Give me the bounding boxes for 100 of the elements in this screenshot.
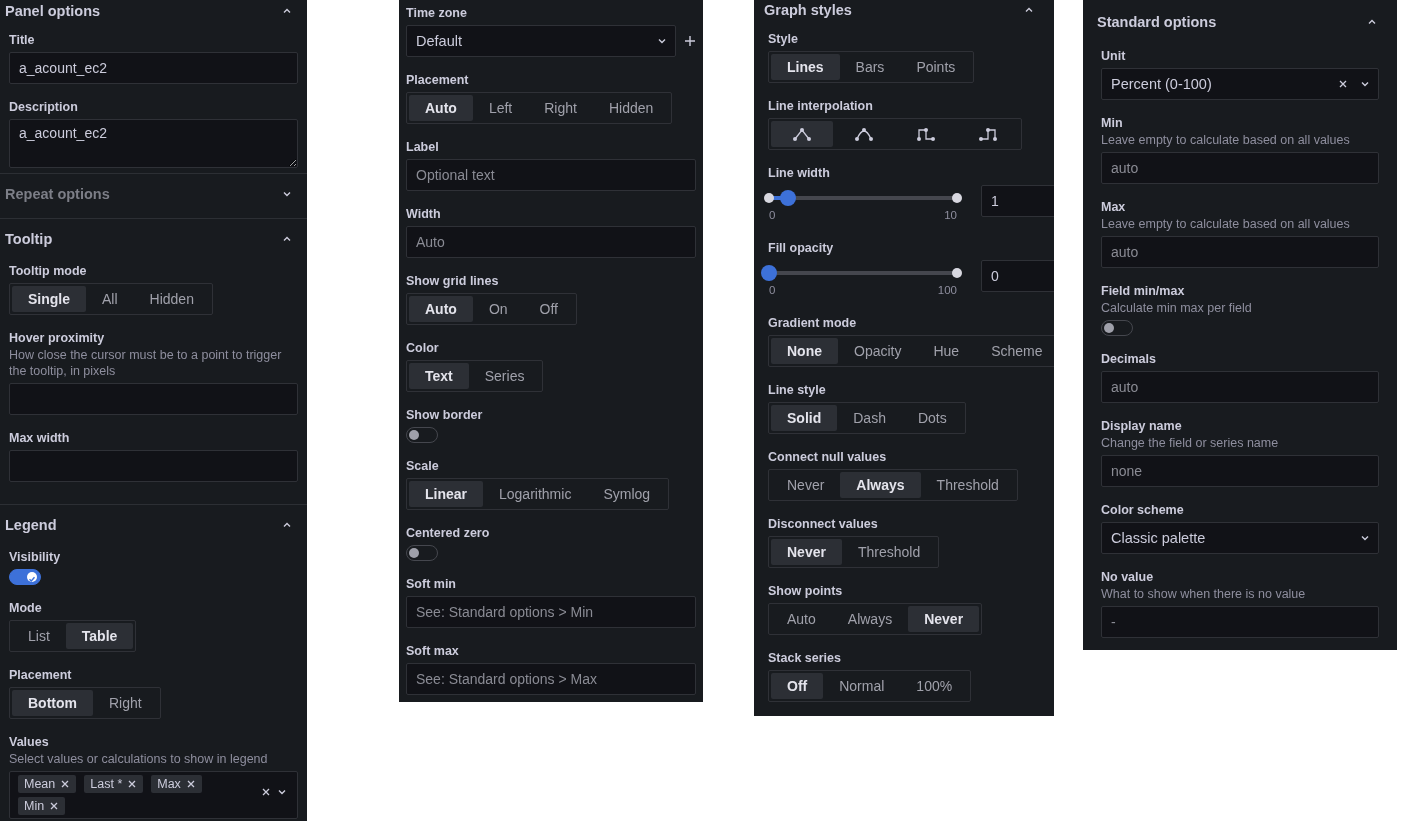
slider-thumb[interactable]: [779, 190, 796, 206]
curved-line-icon: [854, 126, 874, 142]
option-button[interactable]: List: [12, 623, 66, 649]
option-button[interactable]: Dash: [837, 405, 902, 431]
chevron-down-icon: [1360, 533, 1370, 543]
option-button[interactable]: All: [86, 286, 134, 312]
value-tag[interactable]: Min: [18, 797, 66, 815]
option-button[interactable]: Normal: [823, 673, 901, 699]
text-input-field[interactable]: [9, 383, 298, 415]
option-button[interactable]: Series: [468, 363, 541, 389]
text-input-field[interactable]: Auto: [406, 226, 696, 258]
field-label: Show grid lines: [406, 273, 499, 289]
text-input-field[interactable]: See: Standard options > Min: [406, 596, 696, 628]
option-button[interactable]: Scheme: [975, 338, 1054, 364]
section-title[interactable]: Standard options: [1097, 14, 1217, 30]
multi-select-field[interactable]: Mean Last * Max Min: [9, 771, 298, 819]
text-input-field[interactable]: a_acount_ec2: [9, 52, 298, 84]
option-button[interactable]: Logarithmic: [483, 481, 588, 507]
add-button[interactable]: [684, 35, 696, 47]
select-field[interactable]: Percent (0-100): [1101, 68, 1379, 100]
field-label: Max: [1101, 199, 1126, 215]
text-input-field[interactable]: -: [1101, 606, 1379, 638]
option-button[interactable]: Left: [472, 95, 529, 121]
option-button[interactable]: Linear: [409, 481, 483, 507]
number-input-field[interactable]: 0: [981, 260, 1054, 292]
option-button[interactable]: Always: [840, 472, 921, 498]
value-tag[interactable]: Mean: [18, 775, 77, 793]
field-description: Select values or calculations to show in legend: [9, 751, 268, 767]
remove-icon: [49, 801, 60, 811]
clear-icon: [261, 787, 271, 797]
text-input-field[interactable]: auto: [1101, 152, 1379, 184]
section-title[interactable]: Legend: [5, 517, 57, 533]
value-tag[interactable]: Last *: [84, 775, 144, 793]
section-title[interactable]: Panel options: [5, 3, 101, 19]
option-button[interactable]: Symlog: [587, 481, 667, 507]
text-area-field[interactable]: a_acount_ec2: [9, 119, 298, 168]
field-label: Decimals: [1101, 351, 1156, 367]
option-button[interactable]: 100%: [900, 673, 969, 699]
option-button[interactable]: Auto: [409, 296, 473, 322]
toggle-switch[interactable]: [9, 569, 41, 585]
text-input-field[interactable]: Optional text: [406, 159, 696, 191]
option-button[interactable]: Hue: [917, 338, 976, 364]
option-button[interactable]: Hidden: [133, 286, 210, 312]
number-input-field[interactable]: 1: [981, 185, 1054, 217]
option-button[interactable]: Auto: [771, 606, 832, 632]
option-button[interactable]: Always: [831, 606, 909, 632]
section-title[interactable]: Repeat options: [5, 186, 110, 202]
option-button[interactable]: Opacity: [838, 338, 918, 364]
option-button[interactable]: Right: [528, 95, 593, 121]
select-field[interactable]: Classic palette: [1101, 522, 1379, 554]
field-label: Centered zero: [406, 525, 490, 541]
option-button[interactable]: Points: [900, 54, 972, 80]
field-label: Time zone: [406, 5, 467, 21]
check-icon: [27, 574, 37, 584]
option-button[interactable]: On: [472, 296, 524, 322]
option-button[interactable]: Never: [908, 606, 980, 632]
value-tag[interactable]: Max: [151, 775, 202, 793]
option-button[interactable]: Never: [771, 539, 842, 565]
option-button[interactable]: Lines: [771, 54, 840, 80]
option-button[interactable]: Dots: [901, 405, 963, 431]
option-button[interactable]: Text: [409, 363, 469, 389]
option-button[interactable]: Threshold: [841, 539, 937, 565]
option-button[interactable]: Right: [93, 690, 158, 716]
option-button[interactable]: Threshold: [920, 472, 1015, 498]
tag-label: Max: [157, 776, 181, 792]
option-button[interactable]: Hidden: [592, 95, 670, 121]
field-label: Connect null values: [768, 449, 887, 465]
field-description: What to show when there is no value: [1101, 586, 1306, 602]
option-button[interactable]: Off: [771, 673, 824, 699]
option-button[interactable]: Never: [771, 472, 841, 498]
option-button[interactable]: Off: [523, 296, 574, 322]
option-button[interactable]: None: [771, 338, 838, 364]
text-input-field[interactable]: none: [1101, 455, 1379, 487]
field-label: Width: [406, 206, 441, 222]
select-field[interactable]: Default: [406, 25, 676, 57]
field-label: Color: [406, 340, 439, 356]
field-label: Fill opacity: [768, 240, 834, 256]
option-button[interactable]: Bars: [839, 54, 901, 80]
field-label: Tooltip mode: [9, 263, 87, 279]
option-button[interactable]: Auto: [409, 95, 473, 121]
option-button[interactable]: Solid: [771, 405, 838, 431]
field-label: Line width: [768, 165, 830, 181]
section-title[interactable]: Tooltip: [5, 231, 53, 247]
text-input-field[interactable]: [9, 450, 298, 482]
text-input-field[interactable]: auto: [1101, 371, 1379, 403]
slider-thumb[interactable]: [761, 265, 777, 281]
field-label: Line interpolation: [768, 98, 873, 114]
option-button[interactable]: [771, 121, 833, 147]
field-label: Min: [1101, 115, 1123, 131]
field-label: Description: [9, 99, 78, 115]
option-button[interactable]: Bottom: [12, 690, 93, 716]
text-input-field[interactable]: See: Standard options > Max: [406, 663, 696, 695]
field-label: Hover proximity: [9, 330, 105, 346]
field-description: Leave empty to calculate based on all values: [1101, 132, 1350, 148]
field-label: Line style: [768, 382, 826, 398]
text-input-field[interactable]: auto: [1101, 236, 1379, 268]
option-button[interactable]: Table: [65, 623, 134, 649]
section-title[interactable]: Graph styles: [764, 2, 852, 18]
option-button[interactable]: Single: [12, 286, 86, 312]
slider-min-label: 0: [769, 283, 776, 297]
